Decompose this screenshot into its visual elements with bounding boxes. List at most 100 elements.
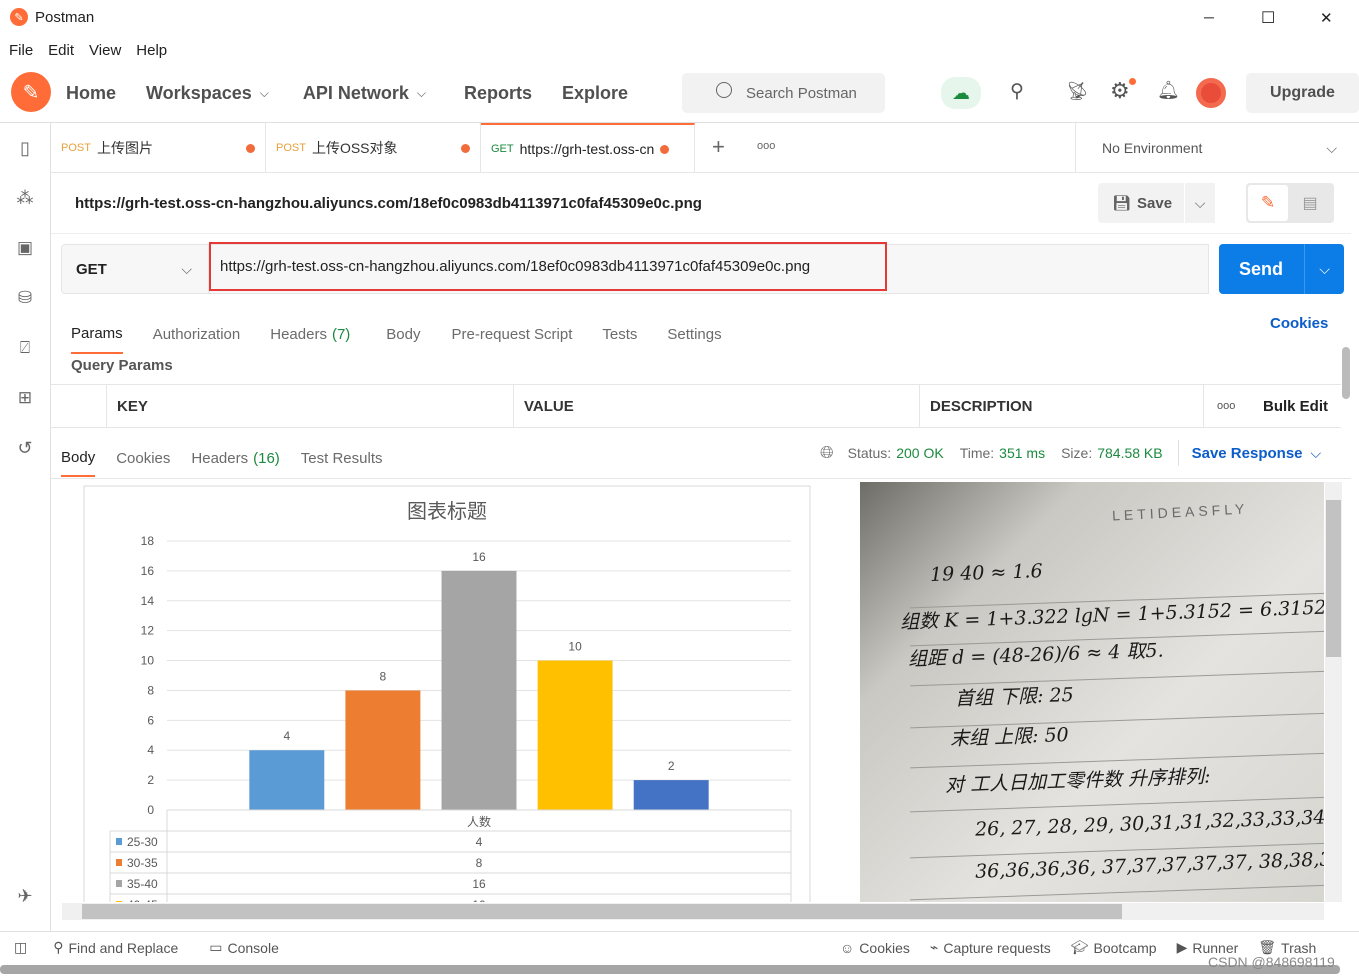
response-tab-cookies[interactable]: Cookies (116, 450, 170, 467)
save-icon: 💾︎ (1112, 195, 1132, 212)
collections-icon[interactable]: ▯ (0, 138, 50, 159)
bar (249, 750, 325, 810)
upgrade-button[interactable]: Upgrade (1246, 73, 1359, 113)
url-input[interactable]: https://grh-test.oss-cn-hangzhou.aliyunc… (209, 242, 887, 291)
send-button[interactable]: Send ⌵ (1219, 244, 1344, 294)
bell-icon[interactable]: 🔔︎ (1157, 80, 1180, 101)
columns-more-button[interactable]: ooo (1217, 400, 1235, 412)
settings-gear-icon[interactable]: ⚙ (1110, 78, 1130, 104)
response-tab-headers[interactable]: Headers (191, 450, 248, 467)
satellite-icon[interactable]: 📡︎ (1066, 81, 1089, 102)
table-value: 4 (476, 835, 483, 849)
request-title[interactable]: https://grh-test.oss-cn-hangzhou.aliyunc… (75, 195, 702, 212)
notebook-brand: LETIDEASFLY (1111, 500, 1249, 524)
sync-cloud-icon[interactable]: ☁ (941, 77, 981, 109)
new-tab-icon[interactable]: + (712, 134, 725, 160)
rocket-icon[interactable]: ✈ (0, 886, 50, 907)
nav-reports[interactable]: Reports (464, 83, 532, 104)
bootcamp-button[interactable]: Bootcamp (1094, 940, 1157, 956)
tab-get-image[interactable]: GET https://grh-test.oss-cn (481, 123, 695, 173)
flows-icon[interactable]: ⊞ (0, 388, 50, 408)
tab-pre-request-script[interactable]: Pre-request Script (452, 326, 573, 343)
menu-edit[interactable]: Edit (48, 42, 74, 59)
send-options-chevron-icon[interactable]: ⌵ (1304, 244, 1344, 294)
apis-icon[interactable]: ⁂ (0, 188, 50, 208)
horizontal-scroll-thumb[interactable] (82, 904, 1122, 919)
y-tick-label: 2 (147, 773, 154, 787)
network-globe-icon[interactable]: 🌐︎ (820, 443, 834, 463)
y-tick-label: 12 (141, 624, 155, 638)
menu-file[interactable]: File (9, 42, 33, 59)
y-tick-label: 6 (147, 713, 154, 727)
tab-headers[interactable]: Headers (270, 326, 327, 343)
nav-api-network[interactable]: API Network (303, 83, 409, 104)
search-input[interactable]: Search Postman (682, 73, 885, 113)
vertical-scroll-thumb[interactable] (1326, 500, 1341, 657)
response-meta: 🌐︎ Status: 200 OK Time: 351 ms Size: 784… (820, 440, 1321, 466)
invite-user-icon[interactable]: ⚲ (1010, 80, 1024, 103)
column-key: KEY (107, 385, 514, 427)
tab-upload-image[interactable]: POST 上传图片 (51, 123, 266, 173)
find-and-replace-button[interactable]: Find and Replace (69, 940, 179, 956)
environment-select[interactable]: No Environment ⌵ (1075, 123, 1359, 173)
handwritten-line: 组数 K = 1+3.322 lgN = 1+5.3152 = 6.3152 (899, 596, 1324, 634)
tab-tests[interactable]: Tests (602, 326, 637, 343)
menu-help[interactable]: Help (136, 42, 167, 59)
postman-home-logo-icon[interactable]: ✎ (11, 72, 51, 112)
monitors-icon[interactable]: ⍁ (0, 338, 50, 358)
footer-cookies-button[interactable]: Cookies (859, 940, 910, 956)
nav-explore[interactable]: Explore (562, 83, 628, 104)
search-icon (716, 82, 732, 98)
response-tab-test-results[interactable]: Test Results (301, 450, 383, 467)
comments-icon[interactable]: ▤ (1290, 185, 1330, 221)
save-button[interactable]: 💾︎ Save (1098, 183, 1184, 223)
chevron-down-icon: ⌵ (416, 86, 426, 100)
close-button[interactable]: ✕ (1320, 9, 1333, 27)
window-horizontal-scrollbar[interactable] (0, 965, 1340, 974)
time-value[interactable]: 351 ms (999, 445, 1045, 461)
save-response-button[interactable]: Save Response (1192, 445, 1303, 462)
toggle-sidebar-icon[interactable]: ◫ (14, 939, 27, 956)
capture-requests-button[interactable]: Capture requests (943, 940, 1050, 956)
y-tick-label: 0 (147, 803, 154, 817)
status-value[interactable]: 200 OK (896, 445, 943, 461)
send-label: Send (1239, 258, 1284, 279)
menu-view[interactable]: View (89, 42, 121, 59)
minimize-button[interactable]: ─ (1204, 9, 1214, 25)
cookies-link[interactable]: Cookies (1270, 315, 1328, 332)
bulk-edit-button[interactable]: Bulk Edit (1263, 398, 1328, 415)
query-params-title: Query Params (71, 357, 173, 374)
title-bar: ✎ Postman (10, 8, 94, 26)
history-icon[interactable]: ↺ (0, 438, 50, 459)
size-value[interactable]: 784.58 KB (1097, 445, 1162, 461)
tab-params[interactable]: Params (71, 325, 123, 354)
data-label: 4 (283, 729, 290, 743)
tab-body[interactable]: Body (386, 326, 420, 343)
request-scrollbar[interactable] (1342, 347, 1350, 399)
cookie-icon: ☺ (840, 939, 855, 956)
tab-settings[interactable]: Settings (667, 326, 721, 343)
edit-pencil-icon[interactable]: ✎ (1248, 185, 1288, 221)
bar (441, 570, 517, 810)
tab-authorization[interactable]: Authorization (153, 326, 241, 343)
tab-upload-oss[interactable]: POST 上传OSS对象 (266, 123, 481, 173)
response-headers-count: (16) (253, 450, 280, 467)
mock-servers-icon[interactable]: ⛁ (0, 288, 50, 308)
avatar[interactable] (1196, 78, 1226, 108)
chevron-down-icon[interactable]: ⌵ (1311, 445, 1322, 462)
method-select[interactable]: GET ⌵ (61, 244, 209, 294)
chevron-down-icon: ⌵ (1326, 139, 1337, 156)
nav-workspaces[interactable]: Workspaces (146, 83, 252, 104)
response-tab-body[interactable]: Body (61, 449, 96, 477)
url-value: https://grh-test.oss-cn-hangzhou.aliyunc… (220, 258, 811, 275)
nav-home[interactable]: Home (66, 83, 116, 104)
maximize-button[interactable]: ☐ (1261, 8, 1275, 28)
environments-icon[interactable]: ▣ (0, 238, 50, 258)
legend-swatch (116, 859, 122, 866)
tab-method: GET (491, 143, 514, 155)
search-icon: ⚲ (53, 939, 64, 955)
save-options-button[interactable]: ⌵ (1185, 183, 1215, 223)
y-tick-label: 18 (141, 534, 155, 548)
tabs-more-button[interactable]: ooo (757, 140, 775, 152)
console-button[interactable]: Console (227, 940, 278, 956)
